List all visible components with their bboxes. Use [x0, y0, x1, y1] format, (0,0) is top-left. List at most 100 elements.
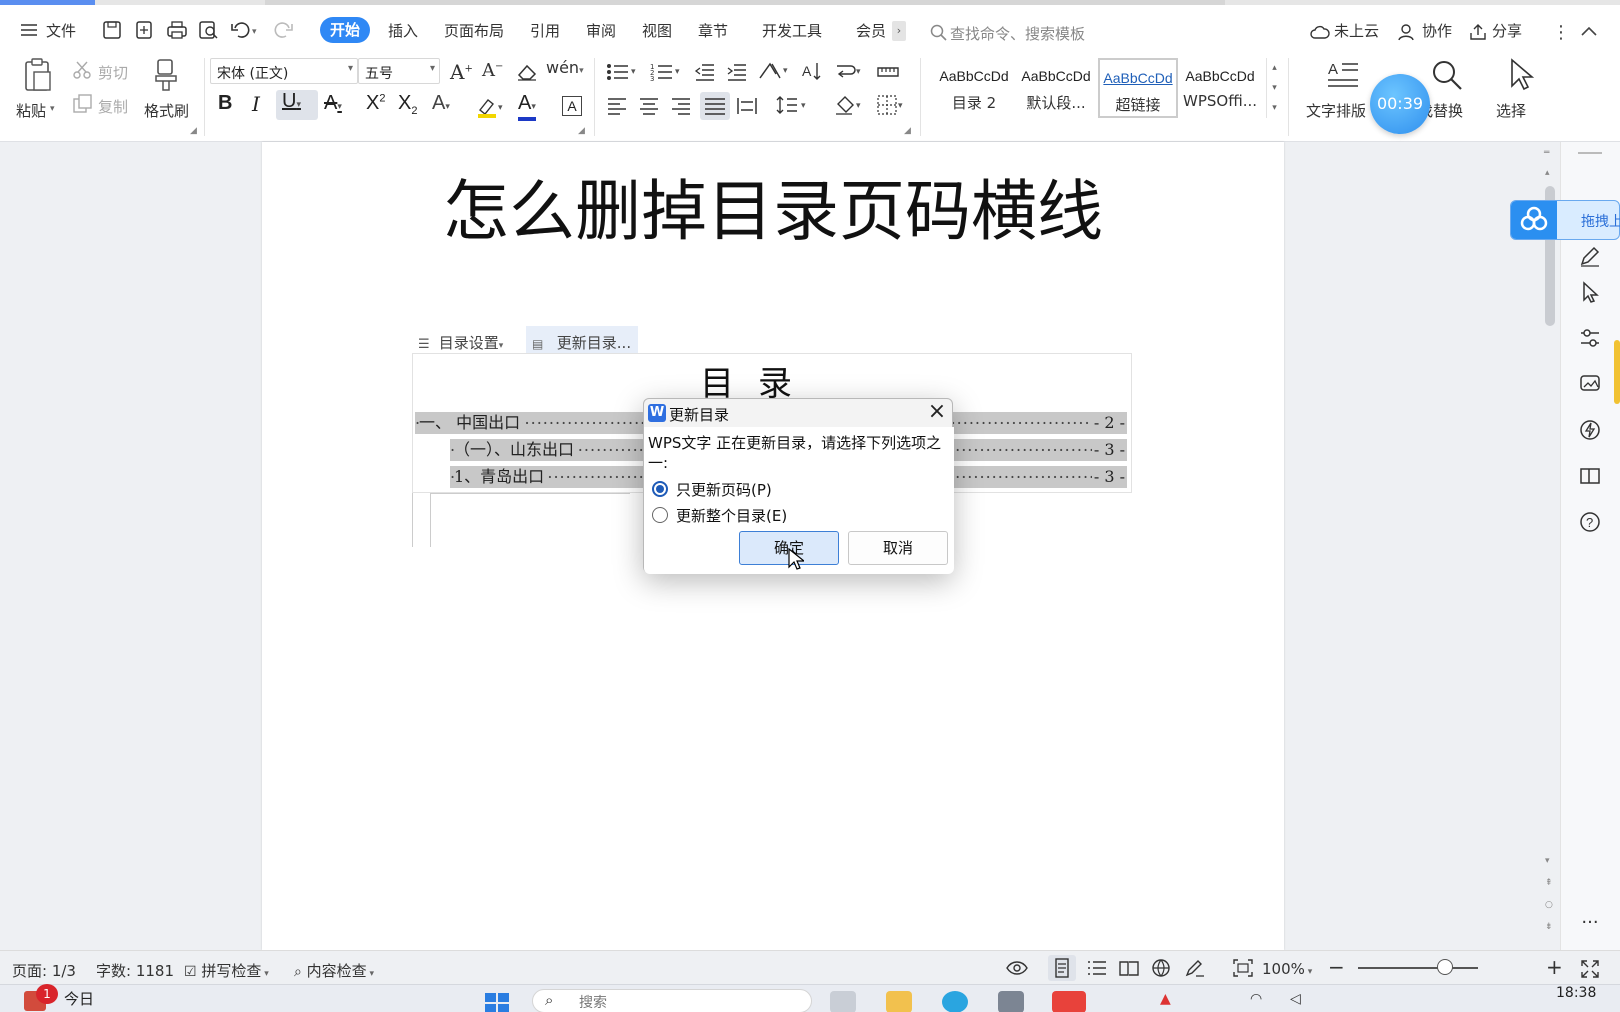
style-wps-office[interactable]: AaBbCcDd WPSOffi...: [1180, 58, 1260, 118]
text-layout-button[interactable]: 文字排版: [1306, 100, 1366, 121]
volume-icon[interactable]: ◁: [1290, 991, 1310, 1012]
lightning-icon[interactable]: [1578, 418, 1602, 442]
pen-edit-icon[interactable]: [1578, 244, 1602, 268]
file-explorer-icon[interactable]: [886, 991, 912, 1012]
tab-review[interactable]: 审阅: [586, 22, 616, 40]
line-break-icon[interactable]: ▾: [834, 60, 864, 82]
command-search-input[interactable]: 查找命令、搜索模板: [950, 23, 1085, 44]
find-replace-icon[interactable]: [1430, 58, 1464, 92]
today-widget-label[interactable]: 今日: [64, 988, 94, 1009]
numbered-list-icon[interactable]: 1 2 3 ▾: [650, 62, 684, 82]
tab-view[interactable]: 视图: [642, 22, 672, 40]
paste-icon[interactable]: [22, 58, 54, 94]
text-direction-icon[interactable]: ▾: [758, 60, 792, 82]
style-gallery-scroll-icon[interactable]: ▴ ▾ ▾: [1266, 58, 1282, 118]
radio-checked-icon[interactable]: [652, 481, 668, 497]
subscript-icon[interactable]: X2: [398, 92, 417, 117]
tab-page-layout[interactable]: 页面布局: [444, 22, 504, 40]
close-icon[interactable]: ×: [926, 401, 948, 424]
hamburger-menu-icon[interactable]: [20, 22, 38, 38]
edge-browser-icon[interactable]: [942, 991, 968, 1012]
sort-icon[interactable]: A: [800, 60, 822, 82]
copy-icon[interactable]: [72, 94, 94, 114]
highlight-color-icon[interactable]: ▾: [476, 96, 506, 118]
tab-references[interactable]: 引用: [530, 22, 560, 40]
distributed-align-icon[interactable]: [736, 96, 758, 116]
clipboard-expand-icon[interactable]: ◢: [190, 126, 197, 136]
fit-page-icon[interactable]: [1232, 958, 1254, 978]
paste-dropdown-icon[interactable]: ▾: [50, 104, 55, 114]
redo-icon[interactable]: [274, 20, 294, 40]
tray-app-icon[interactable]: ▲: [1160, 991, 1178, 1012]
format-painter-button[interactable]: 格式刷: [144, 100, 189, 121]
task-view-icon[interactable]: [830, 991, 856, 1012]
select-browse-object-icon[interactable]: ○: [1545, 900, 1553, 910]
strikethrough-icon[interactable]: A▾: [324, 92, 342, 115]
align-left-icon[interactable]: [606, 96, 628, 116]
adjust-settings-icon[interactable]: [1578, 326, 1602, 350]
cancel-button[interactable]: 取消: [848, 531, 948, 565]
zoom-in-icon[interactable]: +: [1546, 955, 1563, 979]
fullscreen-icon[interactable]: [1580, 959, 1600, 979]
font-size-select[interactable]: 五号: [358, 58, 440, 84]
eye-protection-icon[interactable]: [1006, 959, 1028, 977]
option-page-only[interactable]: 只更新页码(P): [652, 479, 772, 500]
borders-icon[interactable]: ▾: [876, 94, 906, 116]
tab-insert[interactable]: 插入: [388, 22, 418, 40]
increase-indent-icon[interactable]: [726, 62, 748, 82]
wifi-icon[interactable]: ◠: [1250, 991, 1270, 1012]
font-dialog-expand-icon[interactable]: ◢: [578, 126, 585, 136]
underline-icon[interactable]: U▾: [276, 90, 318, 120]
tabs-more-chevron-icon[interactable]: ›: [892, 21, 906, 41]
tab-developer[interactable]: 开发工具: [762, 22, 822, 40]
phonetic-guide-icon[interactable]: wén▾: [546, 58, 584, 77]
justify-icon[interactable]: [700, 92, 730, 120]
help-icon[interactable]: ?: [1578, 510, 1602, 534]
italic-icon[interactable]: I: [252, 92, 260, 116]
previous-page-icon[interactable]: ⇞: [1545, 878, 1553, 888]
format-painter-icon[interactable]: [152, 58, 180, 92]
print-preview-icon[interactable]: [198, 20, 220, 40]
align-right-icon[interactable]: [670, 96, 692, 116]
export-pdf-icon[interactable]: [134, 20, 154, 40]
tab-home[interactable]: 开始: [320, 17, 371, 43]
zoom-slider-track[interactable]: [1358, 967, 1478, 969]
cut-button[interactable]: 剪切: [98, 62, 128, 83]
zoom-out-icon[interactable]: −: [1328, 955, 1345, 979]
radio-unchecked-icon[interactable]: [652, 507, 668, 523]
cut-icon[interactable]: [72, 60, 94, 80]
print-icon[interactable]: [166, 20, 188, 40]
page-indicator[interactable]: 页面: 1/3: [12, 960, 76, 981]
cloud-status-label[interactable]: 未上云: [1334, 22, 1379, 40]
style-hyperlink[interactable]: AaBbCcDd 超链接: [1098, 58, 1178, 118]
clear-format-eraser-icon[interactable]: [516, 62, 538, 82]
decrease-indent-icon[interactable]: [694, 62, 716, 82]
taskbar-search-box[interactable]: ⌕ 搜索: [532, 989, 812, 1012]
collapse-ribbon-icon[interactable]: [1580, 25, 1598, 37]
zoom-slider-handle[interactable]: [1437, 959, 1453, 975]
more-horizontal-icon[interactable]: ···: [1578, 912, 1602, 936]
cloud-drag-widget[interactable]: 拖拽上: [1510, 200, 1620, 240]
font-name-select[interactable]: 宋体 (正文): [210, 58, 358, 84]
recording-timer-badge[interactable]: 00:39: [1370, 74, 1430, 134]
content-check-button[interactable]: ⌕ 内容检查 ▾: [294, 960, 374, 981]
spell-check-button[interactable]: ☑ 拼写检查 ▾: [184, 960, 269, 981]
image-tools-icon[interactable]: [1578, 372, 1602, 396]
reading-mode-icon[interactable]: [1578, 464, 1602, 488]
align-center-icon[interactable]: [638, 96, 660, 116]
toc-settings-button[interactable]: ☰ 目录设置▾: [412, 326, 522, 354]
increase-font-size-icon[interactable]: A+: [450, 60, 473, 84]
update-toc-button[interactable]: ▤ 更新目录...: [526, 326, 638, 354]
tab-section[interactable]: 章节: [698, 22, 728, 40]
zoom-level-select[interactable]: 100% ▾: [1262, 960, 1312, 978]
font-color-icon[interactable]: A▾: [518, 92, 536, 121]
tab-member[interactable]: 会员: [856, 22, 886, 40]
table-ruler-icon[interactable]: [876, 62, 900, 82]
superscript-icon[interactable]: X2: [366, 92, 385, 115]
outline-view-icon[interactable]: [1086, 959, 1108, 977]
wps-office-taskbar-icon[interactable]: [1052, 991, 1086, 1012]
character-border-icon[interactable]: A: [562, 96, 582, 116]
scroll-split-icon[interactable]: ═: [1544, 148, 1549, 158]
line-spacing-icon[interactable]: ▾: [776, 94, 810, 116]
cursor-select-icon[interactable]: [1578, 280, 1602, 304]
